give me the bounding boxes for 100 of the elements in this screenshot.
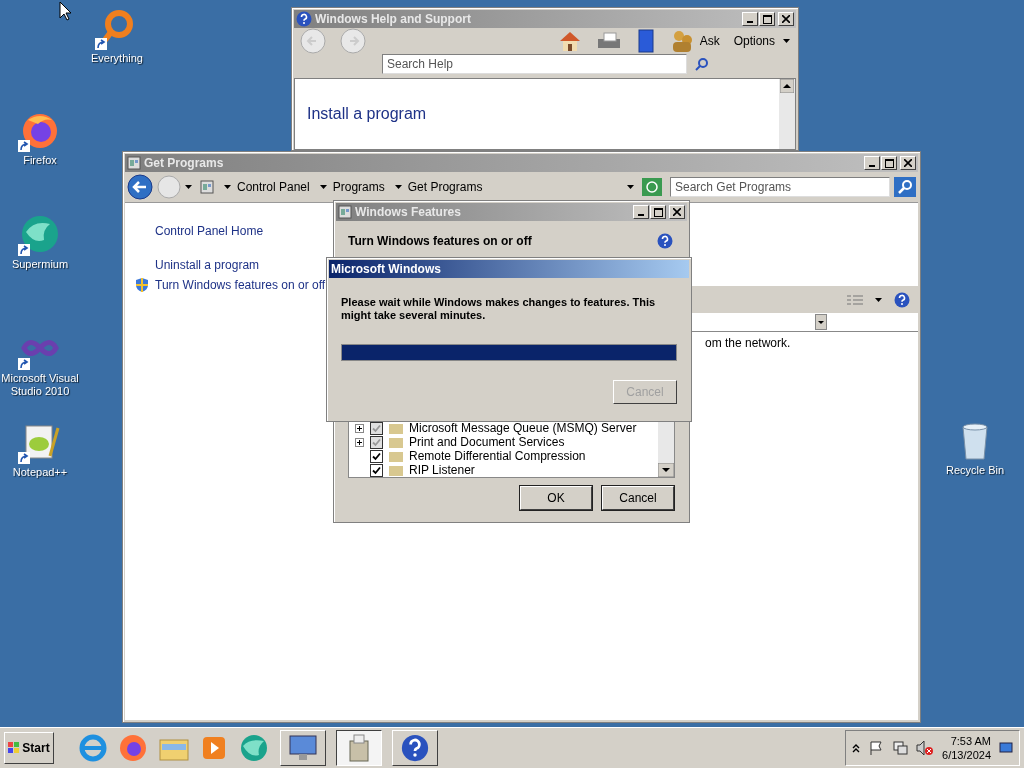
scroll-up-icon[interactable] xyxy=(780,79,794,93)
feature-label[interactable]: Print and Document Services xyxy=(409,435,565,449)
printer-icon[interactable] xyxy=(595,31,622,51)
ask-button[interactable]: Ask xyxy=(699,34,720,48)
maximize-button[interactable] xyxy=(759,12,775,26)
close-button[interactable] xyxy=(900,156,916,170)
window-title: Windows Help and Support xyxy=(315,12,472,26)
maximize-button[interactable] xyxy=(650,205,666,219)
clock-date: 6/13/2024 xyxy=(942,748,991,762)
close-button[interactable] xyxy=(778,12,794,26)
checkbox[interactable] xyxy=(370,463,383,477)
window-title: Windows Features xyxy=(355,205,462,219)
view-caret-icon xyxy=(875,297,882,302)
expand-icon[interactable] xyxy=(355,437,364,447)
search-icon[interactable] xyxy=(894,177,916,197)
desktop-icon-label: Supermium xyxy=(11,258,69,271)
help-icon xyxy=(401,734,429,762)
clock-time: 7:53 AM xyxy=(950,734,991,748)
address-bar[interactable]: Control Panel Programs Get Programs xyxy=(196,176,638,198)
search-icon[interactable] xyxy=(695,57,709,71)
taskbar-window-button[interactable] xyxy=(336,730,382,766)
maximize-icon xyxy=(653,207,663,217)
breadcrumb-caret-icon xyxy=(319,185,327,189)
dialog-button[interactable]: Cancel xyxy=(602,486,674,510)
shortcut-arrow-icon xyxy=(18,452,30,464)
start-button[interactable]: Start xyxy=(4,732,54,764)
checkbox[interactable] xyxy=(370,421,383,435)
dropdown-caret-icon xyxy=(627,185,634,189)
caret-icon xyxy=(783,39,790,43)
feature-description: om the network. xyxy=(705,336,791,350)
breadcrumb-item[interactable]: Get Programs xyxy=(407,180,483,194)
desktop-icon[interactable]: Everything xyxy=(77,6,157,65)
window-icon xyxy=(200,180,214,194)
dialog-button[interactable]: OK xyxy=(520,486,592,510)
progress-message: Please wait while Windows makes changes to features. This might take several minutes. xyxy=(341,296,657,322)
shortcut-arrow-icon xyxy=(18,358,30,370)
dialog-heading: Turn Windows features on or off xyxy=(348,234,532,248)
checkbox[interactable] xyxy=(370,435,383,449)
window-title: Get Programs xyxy=(144,156,225,170)
folder-icon xyxy=(389,422,403,434)
book-icon[interactable] xyxy=(635,28,656,54)
feature-label[interactable]: Microsoft Message Queue (MSMQ) Server xyxy=(409,421,637,435)
scroll-down-icon[interactable] xyxy=(658,463,674,477)
column-dropdown-icon[interactable] xyxy=(815,314,827,330)
sidebar-link[interactable]: Uninstall a program xyxy=(155,258,260,272)
desktop-icon[interactable]: Notepad++ xyxy=(0,420,80,479)
desktop-icon[interactable]: Supermium xyxy=(0,212,80,271)
window-title: Microsoft Windows xyxy=(331,262,442,276)
search-field[interactable]: Search Help xyxy=(382,54,687,74)
options-button[interactable]: Options xyxy=(733,34,790,48)
folder-icon xyxy=(389,436,403,448)
help-icon xyxy=(894,291,910,308)
scrollbar[interactable] xyxy=(658,421,674,477)
feature-label[interactable]: Remote Differential Compression xyxy=(409,449,586,463)
maximize-icon xyxy=(762,14,772,24)
back-icon[interactable] xyxy=(127,174,153,200)
breadcrumb-item[interactable]: Programs xyxy=(332,180,385,194)
chevron-up-icon[interactable] xyxy=(852,743,861,753)
expand-icon[interactable] xyxy=(355,423,364,433)
shortcut-arrow-icon xyxy=(18,244,30,256)
play-icon[interactable] xyxy=(200,734,228,762)
folder-icon xyxy=(389,450,403,462)
close-button[interactable] xyxy=(669,205,685,219)
breadcrumb-item[interactable]: Control Panel xyxy=(237,180,310,194)
shortcut-arrow-icon xyxy=(95,38,107,50)
desktop-icon-label: Notepad++ xyxy=(12,466,68,479)
search-field[interactable]: Search Get Programs xyxy=(670,177,890,197)
feature-label[interactable]: RIP Listener xyxy=(409,463,475,477)
shortcut-arrow-icon xyxy=(18,140,30,152)
sidebar-link[interactable]: Control Panel Home xyxy=(155,224,264,238)
network-icon[interactable] xyxy=(892,740,909,756)
speaker-muted-icon[interactable] xyxy=(916,740,935,756)
desktop-icon[interactable]: Firefox xyxy=(0,108,80,167)
flag-icon[interactable] xyxy=(868,740,885,756)
minimize-button[interactable] xyxy=(633,205,649,219)
help-icon xyxy=(657,233,673,249)
show-desktop-icon[interactable] xyxy=(999,742,1013,754)
minimize-button[interactable] xyxy=(742,12,758,26)
windows-logo-icon xyxy=(8,742,21,754)
history-caret-icon xyxy=(185,185,192,189)
desktop-icon[interactable]: Recycle Bin xyxy=(935,418,1015,477)
sidebar-link[interactable]: Turn Windows features on or off xyxy=(155,278,326,292)
minimize-button[interactable] xyxy=(864,156,880,170)
mouse-pointer-icon xyxy=(59,1,73,21)
maximize-button[interactable] xyxy=(881,156,897,170)
desktop-icon[interactable]: Microsoft Visual Studio 2010 xyxy=(0,326,80,398)
refresh-icon[interactable] xyxy=(642,178,662,196)
window-icon xyxy=(338,205,352,219)
monitor-icon xyxy=(288,734,318,762)
desktop-icon-label: Everything xyxy=(91,52,143,65)
installer-box-icon xyxy=(346,733,372,763)
help-heading: Install a program xyxy=(307,105,427,122)
close-icon xyxy=(782,15,790,23)
close-icon xyxy=(904,159,912,167)
desktop-icon-label: Recycle Bin xyxy=(945,464,1005,477)
maximize-icon xyxy=(884,158,894,168)
checkbox[interactable] xyxy=(370,449,383,463)
close-icon xyxy=(673,208,681,216)
scrollbar[interactable] xyxy=(779,79,795,149)
window-icon xyxy=(127,156,141,170)
